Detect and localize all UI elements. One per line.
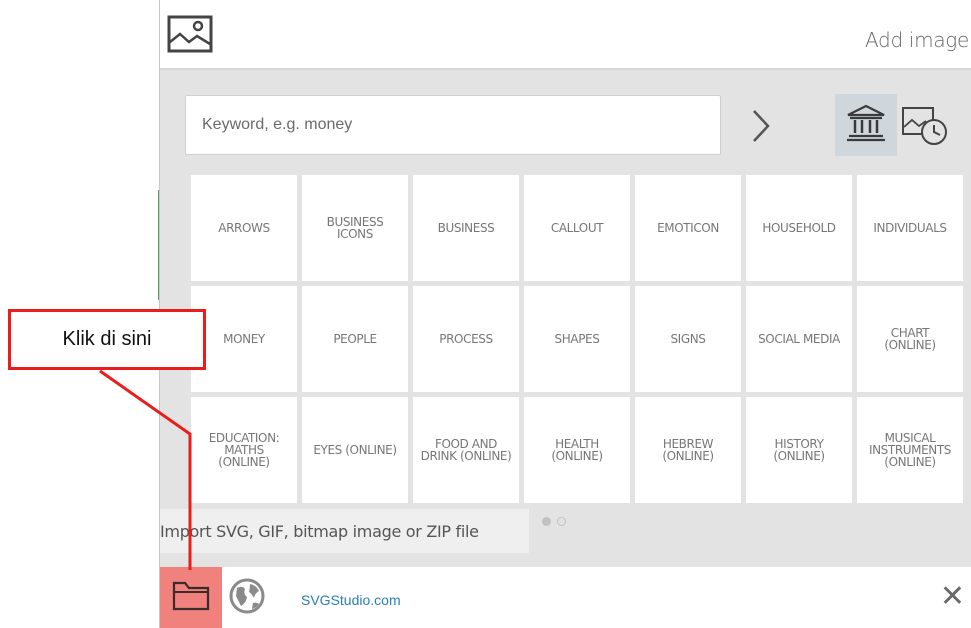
category-tile-history-online[interactable]: HISTORY (ONLINE) [746, 397, 852, 503]
category-tile-education-maths-online[interactable]: EDUCATION: MATHS (ONLINE) [191, 397, 297, 503]
category-tile-shapes[interactable]: SHAPES [524, 286, 630, 392]
category-tile-arrows[interactable]: ARROWS [191, 175, 297, 281]
panel-header: Add image [160, 0, 971, 70]
globe-icon[interactable] [228, 576, 266, 621]
category-tile-emoticon[interactable]: EMOTICON [635, 175, 741, 281]
image-browser: ARROWS BUSINESS ICONS BUSINESS CALLOUT E… [160, 70, 971, 567]
panel-footer: SVGStudio.com ✕ [160, 567, 971, 628]
category-tile-individuals[interactable]: INDIVIDUALS [857, 175, 963, 281]
category-tile-business-icons[interactable]: BUSINESS ICONS [302, 175, 408, 281]
chevron-right-icon[interactable] [748, 108, 774, 149]
category-tile-hebrew-online[interactable]: HEBREW (ONLINE) [635, 397, 741, 503]
search-field[interactable] [185, 95, 721, 155]
annotation-callout: Klik di sini [8, 309, 206, 370]
import-tooltip: Import SVG, GIF, bitmap image or ZIP fil… [160, 509, 529, 553]
folder-icon [171, 578, 211, 617]
page-dot-2[interactable] [557, 517, 566, 526]
add-image-panel: Add image Keyword, e.g. money ARROWS BUS… [160, 0, 971, 628]
search-input[interactable] [186, 96, 720, 154]
category-tile-callout[interactable]: CALLOUT [524, 175, 630, 281]
library-icon [846, 104, 886, 147]
svgstudio-link[interactable]: SVGStudio.com [301, 592, 401, 608]
category-tile-health-online[interactable]: HEALTH (ONLINE) [524, 397, 630, 503]
category-tile-people[interactable]: PEOPLE [302, 286, 408, 392]
category-tile-business[interactable]: BUSINESS [413, 175, 519, 281]
category-tile-signs[interactable]: SIGNS [635, 286, 741, 392]
category-tile-musical-instruments-online[interactable]: MUSICAL INSTRUMENTS (ONLINE) [857, 397, 963, 503]
category-tile-process[interactable]: PROCESS [413, 286, 519, 392]
import-file-button[interactable] [160, 567, 222, 628]
close-icon[interactable]: ✕ [940, 582, 965, 612]
category-grid: ARROWS BUSINESS ICONS BUSINESS CALLOUT E… [191, 175, 963, 503]
category-tile-eyes-online[interactable]: EYES (ONLINE) [302, 397, 408, 503]
category-tile-social-media[interactable]: SOCIAL MEDIA [746, 286, 852, 392]
category-tile-food-and-drink-online[interactable]: FOOD AND DRINK (ONLINE) [413, 397, 519, 503]
category-tile-chart-online[interactable]: CHART (ONLINE) [857, 286, 963, 392]
panel-title: Add image [865, 28, 969, 52]
library-tab-button[interactable] [835, 94, 897, 156]
page-dot-1[interactable] [542, 517, 551, 526]
history-icon[interactable] [900, 102, 950, 153]
image-icon [167, 15, 213, 58]
pagination-dots [542, 517, 566, 526]
category-tile-household[interactable]: HOUSEHOLD [746, 175, 852, 281]
category-tile-money[interactable]: MONEY [191, 286, 297, 392]
